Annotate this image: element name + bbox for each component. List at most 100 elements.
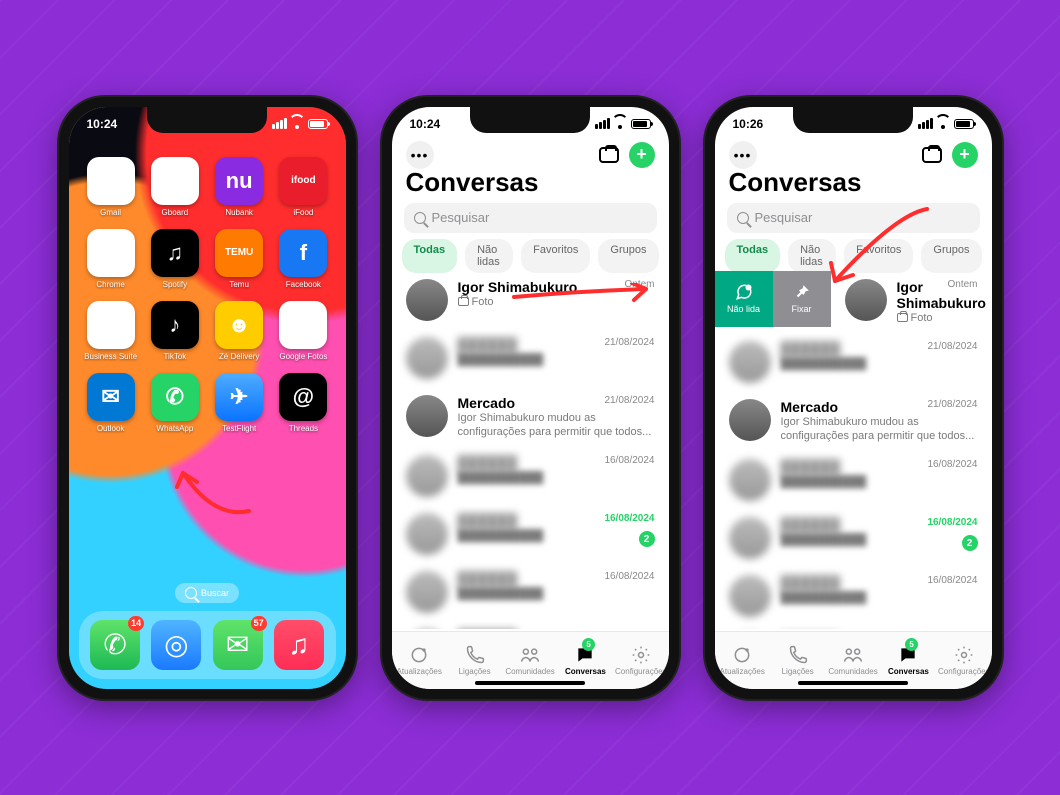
app-label: Gmail xyxy=(100,208,121,217)
tab-atualizações[interactable]: Atualizações xyxy=(392,632,447,689)
search-icon xyxy=(414,212,426,224)
chat-row[interactable]: Igor ShimabukuroFotoOntem xyxy=(715,271,992,333)
app-threads[interactable]: @Threads xyxy=(275,373,331,433)
tab-label: Ligações xyxy=(459,667,491,676)
new-chat-button[interactable]: + xyxy=(952,142,978,168)
app-gboard[interactable]: GGboard xyxy=(147,157,203,217)
filter-chip[interactable]: Não lidas xyxy=(788,239,836,273)
chat-preview: ███████████ xyxy=(458,471,655,485)
photo-icon xyxy=(897,313,908,322)
tab-configurações[interactable]: Configurações xyxy=(936,632,991,689)
tab-configurações[interactable]: Configurações xyxy=(613,632,668,689)
app-label: Business Suite xyxy=(84,352,137,361)
filter-chip[interactable]: Grupos xyxy=(921,239,981,273)
app-ifood[interactable]: ifood iFood xyxy=(275,157,331,217)
chat-preview: ███████████ xyxy=(781,357,978,371)
chat-row[interactable]: █████████████████16/08/20242 xyxy=(392,505,669,563)
tab-atualizações[interactable]: Atualizações xyxy=(715,632,770,689)
chat-row[interactable]: MercadoIgor Shimabukuro mudou as configu… xyxy=(715,391,992,452)
chat-date: 16/08/2024 xyxy=(604,455,654,466)
chat-list[interactable]: Igor ShimabukuroFotoOntem███████████████… xyxy=(715,271,992,629)
app-icon: ✈ xyxy=(215,373,263,421)
filter-chip[interactable]: Todas xyxy=(725,239,781,273)
chat-row[interactable]: █████████████████16/08/2024 xyxy=(392,563,669,621)
chat-list[interactable]: Igor ShimabukuroFotoOntem███████████████… xyxy=(392,271,669,629)
chat-date: 21/08/2024 xyxy=(604,337,654,348)
chat-row[interactable]: MercadoIgor Shimabukuro mudou as configu… xyxy=(392,387,669,448)
more-menu-button[interactable]: ••• xyxy=(729,141,757,169)
app-icon: ◎ xyxy=(87,229,135,277)
chat-row[interactable]: █████████████████16/08/2024 xyxy=(392,447,669,505)
filter-chip[interactable]: Não lidas xyxy=(465,239,513,273)
chat-preview: ███████████ xyxy=(458,353,655,367)
filter-chip[interactable]: Todas xyxy=(402,239,458,273)
app-whatsapp[interactable]: ✆WhatsApp xyxy=(147,373,203,433)
phone-whatsapp-list: 10:24 ••• + Conversas Pesquisar TodasNão… xyxy=(382,97,679,699)
badge: 57 xyxy=(251,616,267,631)
chat-row[interactable]: █████████████████16/08/20242 xyxy=(715,509,992,567)
app-temu[interactable]: TEMUTemu xyxy=(211,229,267,289)
page-title: Conversas xyxy=(406,167,539,198)
search-icon xyxy=(737,212,749,224)
home-indicator xyxy=(475,681,585,685)
tab-label: Configurações xyxy=(938,667,990,676)
app-business-suite[interactable]: ∞Business Suite xyxy=(83,301,139,361)
chat-row[interactable]: █████████████████1 xyxy=(392,621,669,628)
filter-chip[interactable]: Favoritos xyxy=(844,239,913,273)
search-field[interactable]: Pesquisar xyxy=(404,203,657,233)
tab-icon xyxy=(519,645,541,665)
app-tiktok[interactable]: ♪TikTok xyxy=(147,301,203,361)
new-chat-button[interactable]: + xyxy=(629,142,655,168)
search-field[interactable]: Pesquisar xyxy=(727,203,980,233)
chat-row[interactable]: █████████████████16/08/2024 xyxy=(715,451,992,509)
app-google-fotos[interactable]: ✿Google Fotos xyxy=(275,301,331,361)
status-indicators xyxy=(595,118,651,129)
dock: ✆14◎✉57♫ xyxy=(79,611,336,679)
app-icon: nu xyxy=(215,157,263,205)
dock-safari[interactable]: ◎ xyxy=(151,620,201,670)
app-label: WhatsApp xyxy=(156,424,193,433)
app-facebook[interactable]: fFacebook xyxy=(275,229,331,289)
filter-chip[interactable]: Favoritos xyxy=(521,239,590,273)
chat-preview: ███████████ xyxy=(781,533,978,547)
app-testflight[interactable]: ✈TestFlight xyxy=(211,373,267,433)
avatar xyxy=(406,571,448,613)
tab-label: Ligações xyxy=(782,667,814,676)
app-gmail[interactable]: MGmail xyxy=(83,157,139,217)
chat-row[interactable]: █████████████████16/08/2024 xyxy=(715,567,992,625)
app-chrome[interactable]: ◎Chrome xyxy=(83,229,139,289)
app-label: iFood xyxy=(293,208,313,217)
chat-preview: Foto xyxy=(897,311,978,325)
chat-row[interactable]: █████████████████21/08/2024 xyxy=(715,333,992,391)
app-zé-delivery[interactable]: ☻Zé Delivery xyxy=(211,301,267,361)
tab-label: Conversas xyxy=(888,667,929,676)
camera-button[interactable] xyxy=(599,147,619,163)
app-label: Spotify xyxy=(163,280,187,289)
app-nubank[interactable]: nuNubank xyxy=(211,157,267,217)
dock-music[interactable]: ♫ xyxy=(274,620,324,670)
chat-row[interactable]: █████████████████1 xyxy=(715,625,992,628)
app-spotify[interactable]: ♫Spotify xyxy=(147,229,203,289)
tab-icon xyxy=(464,645,486,665)
tab-label: Comunidades xyxy=(828,667,877,676)
search-placeholder: Pesquisar xyxy=(755,210,813,225)
filter-chip[interactable]: Grupos xyxy=(598,239,658,273)
tab-icon xyxy=(842,645,864,665)
dock-phone[interactable]: ✆14 xyxy=(90,620,140,670)
chat-date: Ontem xyxy=(947,279,977,290)
camera-button[interactable] xyxy=(922,147,942,163)
app-label: Zé Delivery xyxy=(219,352,259,361)
spotlight-search-pill[interactable]: Buscar xyxy=(175,583,239,603)
chat-row[interactable]: █████████████████21/08/2024 xyxy=(392,329,669,387)
app-icon: TEMU xyxy=(215,229,263,277)
tab-label: Conversas xyxy=(565,667,606,676)
chat-row[interactable]: Igor ShimabukuroFotoOntem xyxy=(392,271,669,329)
tab-icon xyxy=(953,645,975,665)
app-outlook[interactable]: ✉Outlook xyxy=(83,373,139,433)
dock-messages[interactable]: ✉57 xyxy=(213,620,263,670)
app-icon: ifood xyxy=(279,157,327,205)
more-menu-button[interactable]: ••• xyxy=(406,141,434,169)
wifi-icon xyxy=(614,119,627,129)
avatar xyxy=(406,395,448,437)
chat-date: 21/08/2024 xyxy=(927,399,977,410)
